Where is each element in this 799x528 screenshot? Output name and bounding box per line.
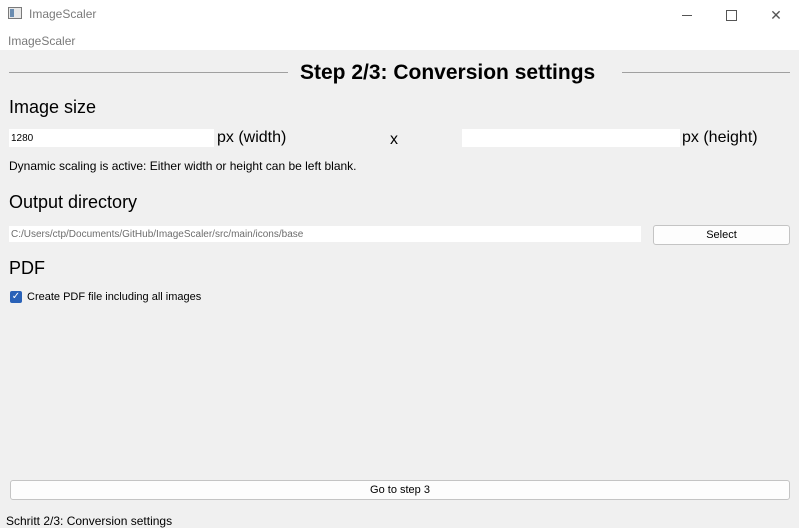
- go-to-step-3-button[interactable]: Go to step 3: [10, 480, 790, 500]
- dynamic-scaling-hint: Dynamic scaling is active: Either width …: [9, 159, 357, 173]
- checkmark-icon: ✓: [11, 291, 21, 302]
- output-directory-field[interactable]: [9, 226, 641, 242]
- close-button[interactable]: ✕: [753, 0, 799, 30]
- create-pdf-checkbox[interactable]: ✓: [10, 291, 22, 303]
- menu-bar: ImageScaler: [0, 30, 799, 50]
- width-unit-label: px (width): [217, 129, 287, 146]
- title-divider-right: [622, 72, 790, 73]
- status-bar-text: Schritt 2/3: Conversion settings: [6, 514, 173, 528]
- maximize-icon: [725, 9, 737, 21]
- title-bar: ImageScaler ✕: [0, 0, 799, 30]
- height-input[interactable]: [462, 129, 680, 147]
- app-icon: [8, 7, 22, 19]
- minimize-button[interactable]: [664, 0, 710, 30]
- select-directory-button[interactable]: Select: [653, 225, 790, 245]
- close-icon: ✕: [770, 6, 782, 23]
- maximize-button[interactable]: [708, 0, 754, 30]
- window-title: ImageScaler: [29, 7, 97, 21]
- width-input[interactable]: [9, 129, 214, 147]
- minimize-icon: [682, 14, 692, 16]
- page-title: Step 2/3: Conversion settings: [300, 61, 596, 84]
- height-unit-label: px (height): [682, 129, 758, 146]
- create-pdf-label[interactable]: Create PDF file including all images: [27, 291, 201, 303]
- pdf-heading: PDF: [9, 258, 45, 278]
- menu-item-imagescaler[interactable]: ImageScaler: [8, 34, 75, 48]
- dimension-separator: x: [390, 131, 398, 148]
- title-divider-left: [9, 72, 288, 73]
- output-directory-heading: Output directory: [9, 192, 138, 212]
- image-size-heading: Image size: [9, 97, 97, 117]
